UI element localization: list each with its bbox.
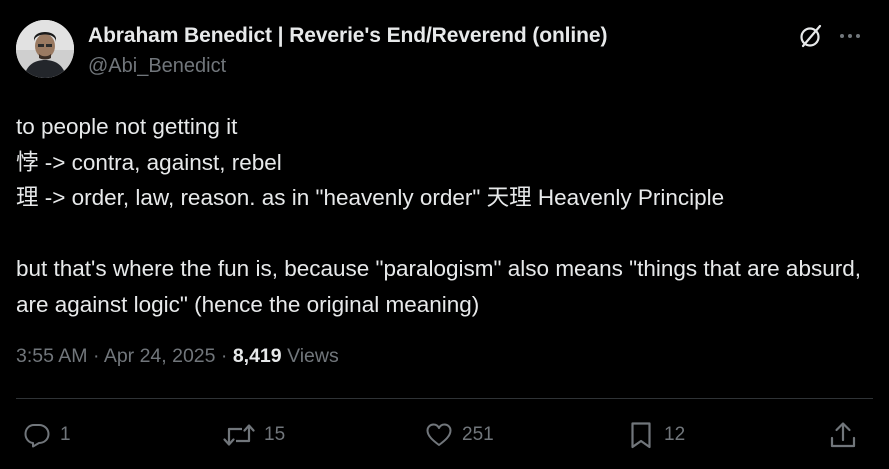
display-name[interactable]: Abraham Benedict | Reverie's End/Reveren… <box>88 24 607 48</box>
repost-button[interactable]: 15 <box>222 420 285 450</box>
meta-separator: · <box>220 345 228 367</box>
views-label: Views <box>287 345 339 367</box>
share-button[interactable] <box>828 420 858 450</box>
avatar[interactable] <box>16 20 74 78</box>
avatar-image <box>16 20 74 78</box>
repost-count: 15 <box>264 424 286 445</box>
bookmark-count: 12 <box>664 424 686 445</box>
like-button[interactable]: 251 <box>424 420 494 450</box>
bookmark-icon <box>631 422 651 449</box>
reply-button[interactable]: 1 <box>22 420 71 450</box>
meta-separator: · <box>92 345 100 367</box>
reply-count: 1 <box>60 424 71 445</box>
tweet: Abraham Benedict | Reverie's End/Reveren… <box>0 0 889 469</box>
tweet-meta: 3:55 AM · Apr 24, 2025 · 8,419 Views <box>16 345 339 368</box>
repost-icon <box>223 424 255 446</box>
divider <box>16 398 873 399</box>
reply-icon <box>24 424 50 448</box>
share-icon <box>830 422 856 448</box>
handle[interactable]: @Abi_Benedict <box>88 55 226 78</box>
more-icon[interactable] <box>836 22 864 50</box>
bookmark-button[interactable]: 12 <box>626 420 685 450</box>
tweet-text: to people not getting it 悖 -> contra, ag… <box>16 114 861 317</box>
heart-icon <box>426 423 452 446</box>
grok-icon[interactable] <box>797 22 825 50</box>
tweet-date[interactable]: Apr 24, 2025 <box>104 345 216 367</box>
views-count: 8,419 <box>232 345 282 367</box>
tweet-time[interactable]: 3:55 AM <box>16 345 88 367</box>
like-count: 251 <box>462 424 494 445</box>
